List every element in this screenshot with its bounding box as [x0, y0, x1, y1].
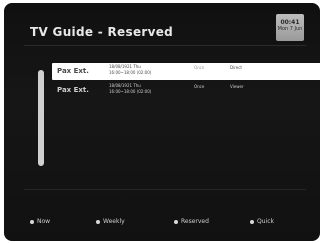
- blue-dot-icon: [250, 219, 254, 224]
- color-key-bar: Now Weekly Reserved Quick: [4, 218, 320, 230]
- footer-divider: [24, 189, 306, 190]
- quick-key-button[interactable]: Quick: [250, 218, 274, 225]
- reservation-duration: 16:00~18:00 (02:00): [109, 89, 152, 94]
- tv-screen: TV Guide - Reserved 00:41 Mon 7 Jun Pax …: [4, 3, 320, 241]
- reservation-mode: Once: [194, 65, 205, 70]
- clock-widget: 00:41 Mon 7 Jun: [276, 14, 304, 41]
- now-key-button[interactable]: Now: [30, 218, 50, 225]
- now-key-label: Now: [37, 218, 51, 225]
- reservation-duration: 16:00~18:00 (02:00): [109, 70, 152, 75]
- reservation-list: Pax Ext. 18/08/1921 Thu 16:00~18:00 (02:…: [52, 63, 320, 101]
- red-dot-icon: [30, 219, 34, 224]
- quick-key-label: Quick: [257, 218, 274, 225]
- reserved-key-label: Reserved: [181, 218, 209, 225]
- scrollbar-thumb[interactable]: [38, 70, 44, 166]
- reservation-mode: Once: [194, 84, 205, 89]
- page-title: TV Guide - Reserved: [30, 25, 174, 39]
- title-divider: [24, 45, 306, 46]
- reservation-channel: Pax Ext.: [57, 86, 89, 94]
- reservation-date: 18/08/1921 Thu: [109, 83, 141, 88]
- green-dot-icon: [96, 219, 100, 224]
- reservation-channel: Pax Ext.: [57, 67, 89, 75]
- reservation-date: 18/08/1921 Thu: [109, 64, 141, 69]
- reservation-time: 18/08/1921 Thu 16:00~18:00 (02:00): [109, 64, 151, 76]
- reservation-row[interactable]: Pax Ext. 18/08/1921 Thu 16:00~18:00 (02:…: [52, 82, 320, 99]
- weekly-key-label: Weekly: [103, 218, 125, 225]
- yellow-dot-icon: [174, 219, 178, 224]
- tv-frame: TV Guide - Reserved 00:41 Mon 7 Jun Pax …: [0, 0, 323, 243]
- reservation-row[interactable]: Pax Ext. 18/08/1921 Thu 16:00~18:00 (02:…: [52, 63, 320, 80]
- reservation-status: Direct: [230, 65, 242, 70]
- reservation-time: 18/08/1921 Thu 16:00~18:00 (02:00): [109, 83, 151, 95]
- reserved-key-button[interactable]: Reserved: [174, 218, 209, 225]
- weekly-key-button[interactable]: Weekly: [96, 218, 125, 225]
- reservation-status: Viewer: [230, 84, 244, 89]
- clock-time: 00:41: [280, 19, 300, 26]
- list-scrollbar[interactable]: [38, 70, 44, 166]
- clock-date: Mon 7 Jun: [277, 26, 303, 32]
